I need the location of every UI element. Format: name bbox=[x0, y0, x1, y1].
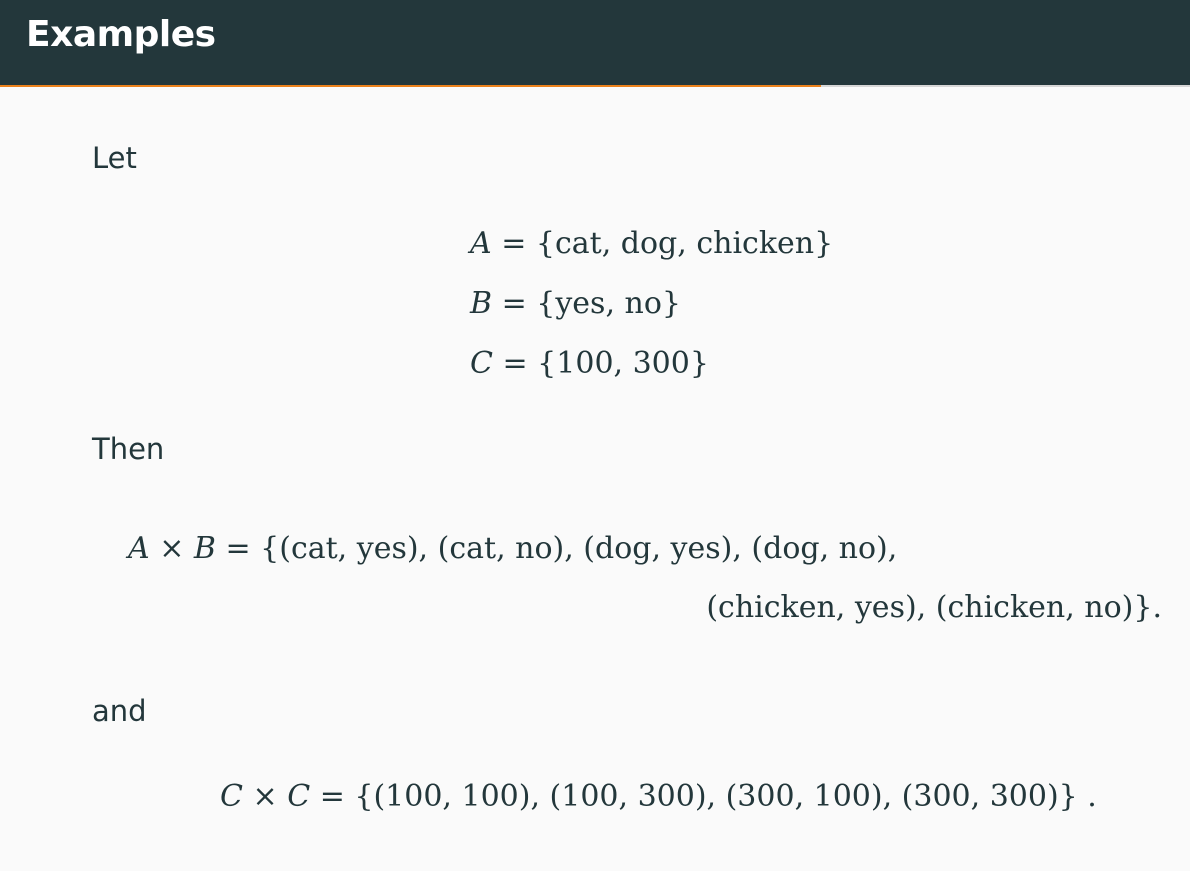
set-a-variable: A bbox=[470, 226, 492, 261]
axb-var-b: B bbox=[193, 531, 216, 566]
and-text: and bbox=[92, 694, 147, 728]
cxc-product: C × C = {(100, 100), (100, 300), (300, 1… bbox=[220, 779, 1097, 814]
set-a-elements: = {cat, dog, chicken} bbox=[491, 226, 834, 261]
set-c-definition: C = {100, 300} bbox=[470, 346, 709, 381]
frame-title-bar: Examples bbox=[0, 0, 1190, 85]
let-text: Let bbox=[92, 141, 137, 175]
axb-pairs-line-1: = {(cat, yes), (cat, no), (dog, yes), (d… bbox=[215, 531, 898, 566]
set-c-variable: C bbox=[470, 346, 493, 381]
progress-bar bbox=[0, 85, 1190, 87]
set-b-elements: = {yes, no} bbox=[492, 286, 681, 321]
cxc-pairs: = {(100, 100), (100, 300), (300, 100), (… bbox=[310, 779, 1097, 814]
set-b-variable: B bbox=[470, 286, 493, 321]
set-c-elements: = {100, 300} bbox=[492, 346, 709, 381]
set-a-definition: A = {cat, dog, chicken} bbox=[470, 226, 833, 261]
progress-bar-fill bbox=[0, 85, 822, 87]
axb-product-line-2: (chicken, yes), (chicken, no)}. bbox=[706, 590, 1162, 625]
cxc-var-c2: C bbox=[287, 779, 311, 814]
slide-title: Examples bbox=[26, 14, 216, 55]
cxc-var-c1: C bbox=[220, 779, 243, 814]
then-text: Then bbox=[92, 432, 165, 466]
axb-product-line-1: A × B = {(cat, yes), (cat, no), (dog, ye… bbox=[128, 531, 897, 566]
set-b-definition: B = {yes, no} bbox=[470, 286, 681, 321]
axb-var-a: A bbox=[128, 531, 150, 566]
axb-times-symbol: × bbox=[149, 531, 194, 566]
cxc-times-symbol: × bbox=[242, 779, 288, 814]
